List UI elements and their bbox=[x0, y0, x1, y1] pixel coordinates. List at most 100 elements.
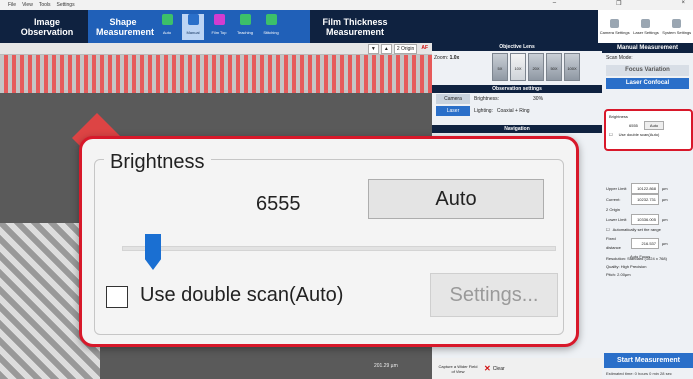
maximize-button[interactable]: ❐ bbox=[616, 0, 621, 7]
pitch-label: Pitch: bbox=[606, 272, 617, 277]
camera-icon bbox=[610, 18, 620, 28]
clear-button[interactable]: ✕ Clear bbox=[484, 364, 505, 373]
observation-row-camera: Camera Brightness: 30% bbox=[432, 93, 602, 105]
lower-limit-row: Lower Limit 10336.005 µm bbox=[606, 214, 690, 225]
menu-view[interactable]: View bbox=[22, 2, 33, 8]
sample-pattern-stripes bbox=[0, 55, 432, 93]
brightness-group-title: Brightness bbox=[104, 151, 211, 174]
minimize-button[interactable]: – bbox=[553, 0, 556, 7]
stitching-label: Stitching bbox=[263, 30, 279, 35]
brightness-value: 6555 bbox=[256, 193, 301, 215]
lens-10x[interactable]: 10X bbox=[510, 53, 526, 81]
brightness-percent[interactable]: 30% bbox=[533, 96, 543, 102]
laser-icon bbox=[641, 18, 651, 28]
autofocus-button[interactable]: AF bbox=[419, 44, 430, 54]
bottom-toolbar: Capture a Wider Field of View ✕ Clear bbox=[432, 358, 602, 379]
manual-mode-button[interactable]: Manual bbox=[182, 14, 204, 40]
menu-tools[interactable]: Tools bbox=[39, 2, 51, 8]
lens-5x[interactable]: 5X bbox=[492, 53, 508, 81]
upper-limit-input[interactable]: 10122.868 bbox=[631, 183, 659, 194]
current-unit: µm bbox=[662, 197, 668, 202]
settings-ribbon: Camera Settings Laser Settings System Se… bbox=[598, 10, 693, 43]
fixed-unit: µm bbox=[662, 240, 668, 246]
auto-mode-button[interactable]: Auto bbox=[156, 14, 178, 40]
camera-mode-button[interactable]: Camera bbox=[436, 94, 470, 104]
main-ribbon: Image Observation Shape Measurement Auto… bbox=[0, 10, 693, 43]
film-top-label: Film Top bbox=[211, 30, 227, 35]
double-scan-settings-button[interactable]: Settings... bbox=[430, 273, 558, 317]
teaching-label: Teaching bbox=[236, 30, 253, 35]
brightness-slider-track[interactable] bbox=[122, 246, 556, 251]
clear-label: Clear bbox=[492, 365, 505, 372]
estimated-time: Estimated time: 0 hours 0 min 28 sec bbox=[606, 371, 672, 376]
tab-shape-measurement[interactable]: Shape Measurement Auto Manual Film Top T… bbox=[88, 10, 310, 43]
menu-file[interactable]: File bbox=[8, 2, 16, 8]
double-scan-mini-label: Use double scan(Auto) bbox=[618, 132, 660, 137]
laser-confocal-button[interactable]: Laser Confocal bbox=[606, 78, 689, 89]
double-scan-mini-checkbox[interactable]: ☐ bbox=[609, 132, 613, 137]
observation-title: Observation settings bbox=[432, 85, 602, 93]
origin-button-right[interactable]: 2 Origin bbox=[606, 205, 620, 214]
resolution-row: Resolution: Standard (1024 x 768) bbox=[606, 255, 690, 263]
laser-settings-button[interactable]: Laser Settings bbox=[633, 18, 659, 35]
film-top-button[interactable]: Film Top bbox=[208, 14, 230, 40]
tab-film-thickness[interactable]: Film Thickness Measurement bbox=[310, 10, 400, 43]
tab-shape-label: Shape Measurement bbox=[96, 16, 155, 37]
resolution-label: Resolution: bbox=[606, 256, 627, 261]
quality-label: Quality: bbox=[606, 264, 620, 269]
brightness-auto-button[interactable]: Auto bbox=[368, 179, 544, 219]
lighting-select[interactable]: Coaxial + Ring bbox=[497, 108, 530, 114]
stitching-button[interactable]: Stitching bbox=[260, 14, 282, 40]
laser-settings-label: Laser Settings bbox=[633, 29, 659, 35]
origin-button[interactable]: 2 Origin bbox=[393, 44, 418, 54]
clear-x-icon: ✕ bbox=[484, 364, 491, 373]
system-settings-button[interactable]: System Settings bbox=[662, 18, 691, 35]
gear-icon bbox=[672, 18, 682, 28]
lens-20x[interactable]: 20X bbox=[528, 53, 544, 81]
brightness-mini-title: Brightness bbox=[609, 114, 628, 119]
current-input[interactable]: 10232.731 bbox=[631, 194, 659, 205]
teaching-button[interactable]: Teaching bbox=[234, 14, 256, 40]
double-scan-checkbox[interactable] bbox=[106, 286, 128, 308]
laser-mode-button[interactable]: Laser bbox=[436, 106, 470, 116]
auto-icon bbox=[161, 14, 173, 25]
navigation-title: Navigation bbox=[432, 125, 602, 133]
image-tools: ▼ ▲ 2 Origin AF bbox=[367, 44, 430, 54]
teaching-icon bbox=[239, 14, 251, 25]
lower-limit-input[interactable]: 10336.005 bbox=[631, 214, 659, 225]
auto-mode-label: Auto bbox=[162, 30, 172, 35]
auto-range-checkbox[interactable]: ☐ bbox=[606, 225, 610, 234]
lens-100x[interactable]: 100X bbox=[564, 53, 580, 81]
current-row: Current: 10232.731 µm bbox=[606, 194, 690, 205]
double-scan-mini-row: ☐ Use double scan(Auto) bbox=[609, 132, 688, 137]
resolution-select[interactable]: Standard (1024 x 768) bbox=[627, 256, 667, 261]
manual-icon bbox=[187, 14, 199, 25]
navigation-section: Navigation bbox=[432, 125, 602, 133]
camera-settings-label: Camera Settings bbox=[599, 29, 630, 35]
pitch-select[interactable]: 2.00µm bbox=[617, 272, 630, 277]
brightness-mini-row: 6555 Auto bbox=[609, 121, 688, 130]
camera-settings-button[interactable]: Camera Settings bbox=[599, 18, 630, 35]
z-down-button[interactable]: ▼ bbox=[367, 44, 379, 54]
tab-image-observation[interactable]: Image Observation bbox=[8, 10, 86, 43]
capture-wide-button[interactable]: Capture a Wider Field of View bbox=[438, 364, 478, 374]
focus-variation-button[interactable]: Focus Variation bbox=[606, 65, 689, 76]
auto-range-label: Automatically set the range bbox=[612, 227, 661, 232]
brightness-label: Brightness: bbox=[474, 96, 500, 102]
image-toolbar: ▼ ▲ 2 Origin AF bbox=[0, 43, 432, 55]
menu-settings[interactable]: Settings bbox=[57, 2, 75, 8]
close-button[interactable]: × bbox=[681, 0, 685, 7]
brightness-zoom-callout: Brightness 6555 Auto Use double scan(Aut… bbox=[79, 136, 579, 347]
z-up-button[interactable]: ▲ bbox=[380, 44, 392, 54]
manual-mode-label: Manual bbox=[186, 30, 200, 35]
lens-50x[interactable]: 50X bbox=[546, 53, 562, 81]
upper-unit: µm bbox=[662, 186, 668, 191]
manual-measurement-panel: Manual Measurement Scan Mode: Focus Vari… bbox=[602, 43, 693, 379]
start-measurement-button[interactable]: Start Measurement bbox=[604, 353, 693, 368]
observation-row-laser: Laser Lighting: Coaxial + Ring bbox=[432, 105, 602, 117]
zoom-value: 1.0x bbox=[449, 55, 460, 61]
fixed-distance-input[interactable]: 216.537 bbox=[631, 237, 659, 249]
quality-select[interactable]: High Precision bbox=[621, 264, 647, 269]
brightness-mini-auto[interactable]: Auto bbox=[643, 121, 665, 130]
quality-row: Quality: High Precision bbox=[606, 263, 690, 271]
